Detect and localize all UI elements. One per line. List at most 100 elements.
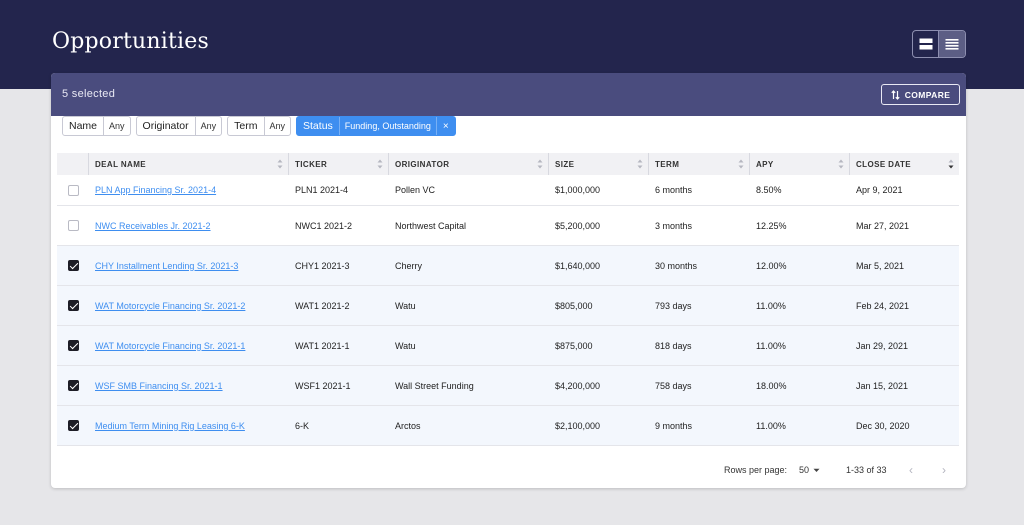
filter-status[interactable]: Status Funding, Outstanding ×	[296, 116, 456, 136]
deal-name-link[interactable]: CHY Installment Lending Sr. 2021-3	[95, 261, 238, 271]
size-cell: $805,000	[555, 300, 593, 311]
sort-icon	[738, 159, 744, 169]
table-row[interactable]: Medium Term Mining Rig Leasing 6-K 6-K A…	[57, 406, 959, 446]
list-view-icon	[945, 39, 959, 50]
size-cell: $2,100,000	[555, 420, 601, 431]
apy-cell: 12.00%	[756, 260, 787, 271]
originator-cell: Cherry	[395, 260, 423, 271]
compare-label: COMPARE	[904, 89, 951, 100]
filter-name[interactable]: Name Any	[62, 116, 131, 136]
table-row[interactable]: PLN App Financing Sr. 2021-4 PLN1 2021-4…	[57, 175, 959, 206]
sort-desc-icon	[948, 159, 954, 169]
page-title: Opportunities	[52, 29, 209, 54]
sort-icon	[277, 159, 283, 169]
select-all-column	[57, 153, 89, 175]
column-label: APY	[756, 159, 774, 169]
filter-label: Status	[303, 120, 333, 132]
apy-cell: 8.50%	[756, 185, 782, 195]
term-cell: 793 days	[655, 300, 692, 311]
next-page-icon[interactable]: ›	[942, 463, 946, 477]
rows-per-page-label: Rows per page:	[724, 465, 788, 475]
ticker-cell: PLN1 2021-4	[295, 185, 349, 195]
table-row[interactable]: WAT Motorcycle Financing Sr. 2021-1 WAT1…	[57, 326, 959, 366]
column-size[interactable]: SIZE	[549, 153, 649, 175]
table-row[interactable]: NWC Receivables Jr. 2021-2 NWC1 2021-2 N…	[57, 206, 959, 246]
deal-name-link[interactable]: PLN App Financing Sr. 2021-4	[95, 185, 216, 195]
filter-originator[interactable]: Originator Any	[135, 116, 223, 136]
close-date-cell: Mar 27, 2021	[856, 220, 910, 231]
apy-cell: 11.00%	[756, 340, 786, 351]
column-label: DEAL NAME	[95, 159, 147, 169]
close-date-cell: Jan 29, 2021	[856, 340, 909, 351]
apy-cell: 12.25%	[756, 220, 787, 231]
originator-cell: Watu	[395, 340, 416, 351]
filter-label: Term	[234, 120, 258, 132]
ticker-cell: WAT1 2021-1	[295, 340, 350, 351]
selected-count: 5 selected	[62, 88, 116, 100]
column-label: TERM	[655, 159, 680, 169]
deal-name-link[interactable]: WAT Motorcycle Financing Sr. 2021-2	[95, 301, 245, 311]
size-cell: $875,000	[555, 340, 593, 351]
row-checkbox-checked[interactable]	[67, 300, 79, 311]
filter-term[interactable]: Term Any	[227, 116, 292, 136]
ticker-cell: WAT1 2021-2	[295, 300, 350, 311]
term-cell: 818 days	[655, 340, 692, 351]
column-ticker[interactable]: TICKER	[289, 153, 389, 175]
row-checkbox-cell	[57, 260, 89, 271]
ticker-cell: CHY1 2021-3	[295, 260, 350, 271]
deal-name-link[interactable]: WAT Motorcycle Financing Sr. 2021-1	[95, 341, 245, 351]
previous-page-icon[interactable]: ‹	[909, 463, 913, 477]
filter-label: Name	[69, 120, 98, 132]
column-label: ORIGINATOR	[395, 159, 450, 169]
filter-value: Any	[263, 117, 291, 135]
sort-icon	[637, 159, 643, 169]
list-view-button[interactable]	[939, 31, 965, 57]
split-view-button[interactable]	[913, 31, 939, 57]
close-date-cell: Jan 15, 2021	[856, 380, 909, 391]
size-cell: $5,200,000	[555, 220, 601, 231]
term-cell: 3 months	[655, 220, 693, 231]
rows-per-page-select[interactable]: 50	[799, 465, 820, 475]
column-originator[interactable]: ORIGINATOR	[389, 153, 549, 175]
originator-cell: Watu	[395, 300, 416, 311]
deal-name-link[interactable]: NWC Receivables Jr. 2021-2	[95, 221, 211, 231]
row-checkbox-checked[interactable]	[67, 340, 79, 351]
originator-cell: Pollen VC	[395, 185, 436, 195]
apy-cell: 11.00%	[756, 300, 786, 311]
row-checkbox-checked[interactable]	[67, 420, 79, 431]
row-checkbox-cell	[57, 420, 89, 431]
row-checkbox-cell	[57, 340, 89, 351]
caret-down-icon	[813, 468, 820, 472]
column-apy[interactable]: APY	[750, 153, 850, 175]
column-close-date[interactable]: CLOSE DATE	[850, 153, 959, 175]
row-checkbox-checked[interactable]	[67, 380, 79, 391]
column-deal-name[interactable]: DEAL NAME	[89, 153, 289, 175]
size-cell: $1,000,000	[555, 185, 601, 195]
deal-name-link[interactable]: WSF SMB Financing Sr. 2021-1	[95, 381, 223, 391]
row-checkbox[interactable]	[67, 184, 79, 196]
pagination-range: 1-33 of 33	[846, 465, 887, 475]
ticker-cell: WSF1 2021-1	[295, 380, 351, 391]
sort-icon	[377, 159, 383, 169]
filter-bar: Name Any Originator Any Term Any Status …	[62, 116, 456, 138]
clear-filter-icon[interactable]: ×	[435, 117, 455, 135]
apy-cell: 11.00%	[756, 420, 786, 431]
term-cell: 9 months	[655, 420, 693, 431]
selection-header: 5 selected COMPARE	[51, 73, 966, 116]
table-row[interactable]: WAT Motorcycle Financing Sr. 2021-2 WAT1…	[57, 286, 959, 326]
row-checkbox-cell	[57, 380, 89, 391]
close-date-cell: Dec 30, 2020	[856, 420, 910, 431]
row-checkbox-checked[interactable]	[67, 260, 79, 271]
deal-name-link[interactable]: Medium Term Mining Rig Leasing 6-K	[95, 421, 245, 431]
column-term[interactable]: TERM	[649, 153, 750, 175]
row-checkbox[interactable]	[67, 220, 79, 231]
term-cell: 758 days	[655, 380, 692, 391]
table-row[interactable]: WSF SMB Financing Sr. 2021-1 WSF1 2021-1…	[57, 366, 959, 406]
filter-value: Funding, Outstanding	[338, 117, 436, 135]
originator-cell: Arctos	[395, 420, 421, 431]
filter-value: Any	[103, 117, 130, 135]
column-label: CLOSE DATE	[856, 159, 911, 169]
table-row[interactable]: CHY Installment Lending Sr. 2021-3 CHY1 …	[57, 246, 959, 286]
compare-button[interactable]: COMPARE	[881, 84, 960, 105]
term-cell: 30 months	[655, 260, 698, 271]
